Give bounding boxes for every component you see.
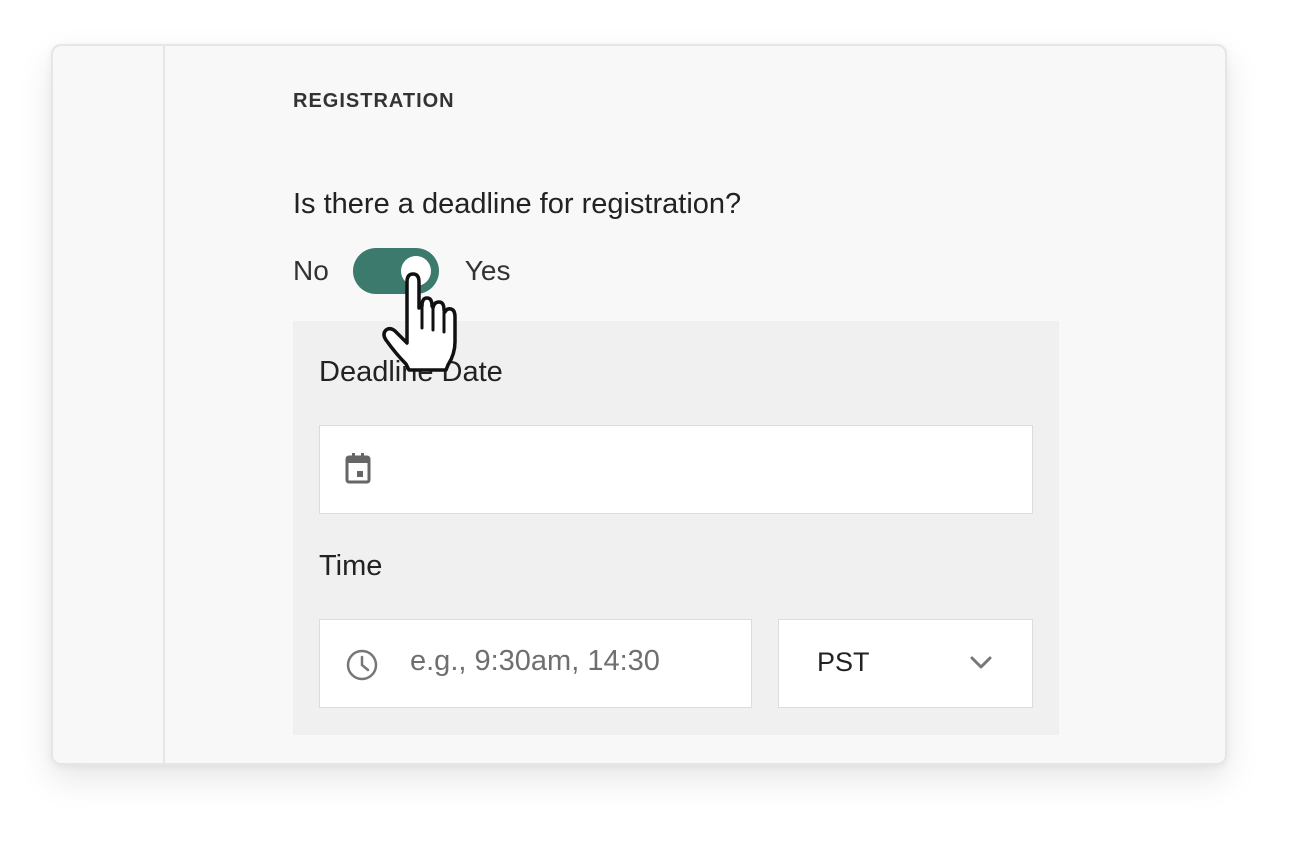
deadline-fields-panel: Deadline Date Time e.g., 9:30am, 14:30 P… bbox=[293, 321, 1059, 735]
time-label: Time bbox=[319, 550, 383, 582]
timezone-select[interactable]: PST bbox=[778, 619, 1033, 708]
registration-card: REGISTRATION Is there a deadline for reg… bbox=[51, 44, 1227, 765]
deadline-toggle[interactable] bbox=[352, 248, 439, 294]
section-title: REGISTRATION bbox=[293, 90, 455, 112]
timezone-value: PST bbox=[817, 647, 870, 677]
deadline-question: Is there a deadline for registration? bbox=[293, 188, 742, 220]
toggle-knob bbox=[400, 256, 431, 286]
chevron-down-icon bbox=[970, 656, 992, 675]
deadline-date-input[interactable] bbox=[319, 425, 1033, 514]
toggle-yes-label: Yes bbox=[464, 255, 511, 286]
clock-icon bbox=[345, 648, 379, 687]
time-input[interactable]: e.g., 9:30am, 14:30 bbox=[319, 619, 752, 708]
deadline-toggle-row: No Yes bbox=[293, 246, 510, 296]
time-placeholder: e.g., 9:30am, 14:30 bbox=[410, 645, 660, 677]
toggle-no-label: No bbox=[293, 255, 329, 286]
calendar-icon bbox=[344, 450, 384, 495]
left-rail-divider bbox=[163, 46, 165, 763]
deadline-date-label: Deadline Date bbox=[319, 356, 503, 388]
